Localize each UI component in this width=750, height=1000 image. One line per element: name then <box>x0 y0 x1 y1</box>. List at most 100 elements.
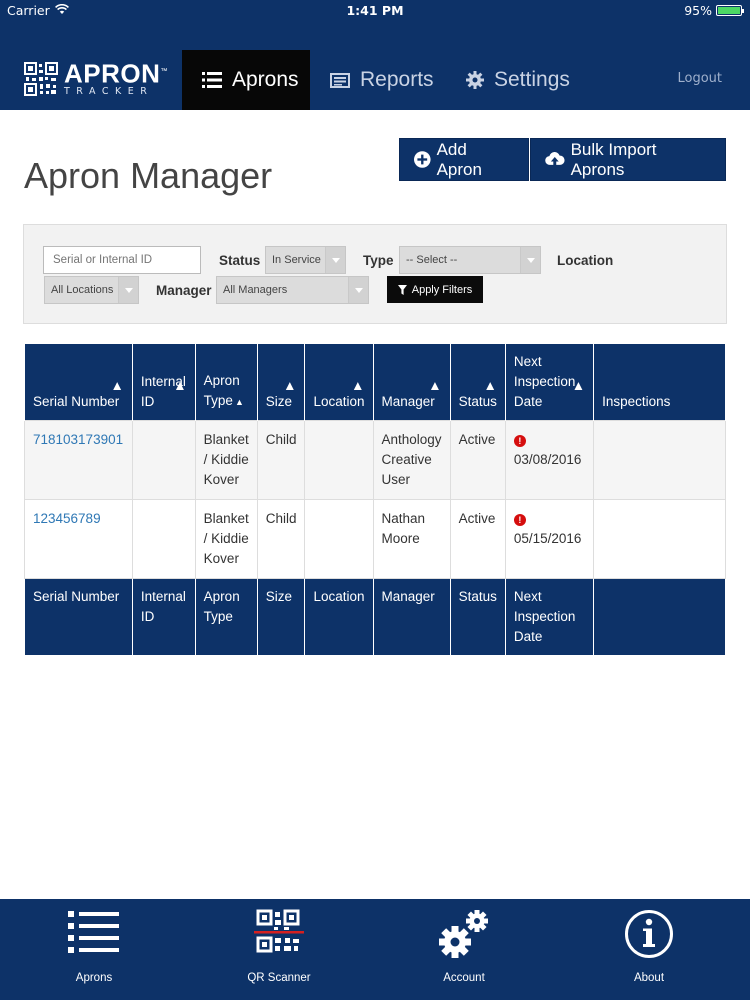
next-inspection-date: 05/15/2016 <box>513 531 582 546</box>
battery-icon <box>716 5 744 16</box>
tab-qr-scanner[interactable]: QR Scanner <box>185 899 373 1000</box>
column-label: Location <box>313 394 365 409</box>
sort-icon: ▲︎ <box>428 378 442 393</box>
table-footer: Serial Number Internal ID Apron Type Siz… <box>24 578 726 655</box>
tab-label: About <box>633 972 665 984</box>
nav-tab-settings[interactable]: Settings <box>466 50 570 110</box>
col-next-inspection-date[interactable]: ▲︎ Next Inspection Date <box>504 344 595 421</box>
column-label: Manager <box>381 394 435 409</box>
nav-tab-label: Aprons <box>232 68 299 91</box>
bulk-import-label: Bulk Import Aprons <box>570 139 657 179</box>
tab-label: QR Scanner <box>247 972 311 984</box>
col-apron-type[interactable]: Apron Type ▲︎ <box>194 344 258 421</box>
bulk-import-button[interactable]: Bulk Import Aprons <box>530 138 726 181</box>
location-select[interactable]: All Locations <box>44 276 139 304</box>
status-bar: Carrier 1:41 PM 95% <box>0 0 750 22</box>
tab-aprons[interactable]: Aprons <box>0 899 188 1000</box>
serial-search-input[interactable] <box>43 246 201 274</box>
col-size[interactable]: ▲︎ Size <box>256 344 306 421</box>
apron-tracker-logo: APRON™ TRACKER <box>24 60 168 98</box>
logo-sub-text: TRACKER <box>64 85 154 97</box>
status-filter-label: Status <box>219 253 261 268</box>
logout-link[interactable]: Logout <box>677 71 722 86</box>
footer-next-inspection-date: Next Inspection Date <box>504 578 595 655</box>
col-manager[interactable]: ▲︎ Manager <box>372 344 451 421</box>
footer-serial-number: Serial Number <box>24 578 133 655</box>
report-icon <box>330 72 350 88</box>
chevron-down-icon <box>348 277 368 303</box>
qr-code-icon <box>254 909 304 953</box>
footer-manager: Manager <box>372 578 451 655</box>
tab-label: Aprons <box>75 972 113 984</box>
filter-panel: Status In Service Type -- Select -- Loca… <box>23 224 727 324</box>
size-cell: Child <box>256 420 306 500</box>
nav-tab-label: Reports <box>360 68 434 91</box>
gear-icon <box>466 71 484 89</box>
col-location[interactable]: ▲︎ Location <box>304 344 374 421</box>
col-serial-number[interactable]: ▲︎ Serial Number <box>24 344 133 421</box>
chevron-down-icon <box>118 277 138 303</box>
type-select[interactable]: -- Select -- <box>399 246 541 274</box>
table-row: 123456789 Blanket / Kiddie Kover Child N… <box>24 499 726 579</box>
sort-icon: ▲︎ <box>110 378 124 393</box>
chevron-down-icon <box>520 247 540 273</box>
col-status[interactable]: ▲︎ Status <box>449 344 506 421</box>
gears-icon <box>439 910 488 958</box>
status-select-value: In Service <box>272 254 321 266</box>
bottom-tab-bar: Aprons QR Scanner Account About <box>0 899 750 1000</box>
status-cell: Active <box>449 499 506 579</box>
nav-tab-reports[interactable]: Reports <box>330 50 434 110</box>
tab-icon-wrap <box>0 909 188 963</box>
status-select[interactable]: In Service <box>265 246 346 274</box>
apply-filters-button[interactable]: Apply Filters <box>387 276 483 303</box>
tab-icon-wrap <box>370 909 558 963</box>
col-internal-id[interactable]: ▲︎ Internal ID <box>131 344 196 421</box>
status-cell: Active <box>449 420 506 500</box>
sort-icon: ▲︎ <box>571 378 586 393</box>
logo-text: APRON™ TRACKER <box>64 60 168 98</box>
filter-icon <box>397 284 407 295</box>
serial-link[interactable]: 123456789 <box>33 511 101 526</box>
manager-cell: Anthology Creative User <box>372 420 451 500</box>
serial-cell: 123456789 <box>24 499 133 579</box>
sort-icon: ▲︎ <box>234 397 244 407</box>
plus-circle-icon <box>414 151 431 168</box>
type-filter-label: Type <box>363 253 394 268</box>
nav-tab-aprons[interactable]: Aprons <box>182 50 310 110</box>
battery-group: 95% <box>684 3 744 18</box>
list-icon <box>68 911 119 953</box>
next-inspection-date: 03/08/2016 <box>513 452 582 467</box>
apron-type-cell: Blanket / Kiddie Kover <box>194 499 258 579</box>
location-select-value: All Locations <box>51 284 114 296</box>
location-cell <box>304 420 374 500</box>
serial-link[interactable]: 718103173901 <box>33 432 123 447</box>
add-apron-button[interactable]: Add Apron <box>399 138 529 181</box>
manager-select[interactable]: All Managers <box>216 276 369 304</box>
type-select-value: -- Select -- <box>406 254 458 266</box>
alert-icon: ! <box>513 435 526 447</box>
internal-id-cell <box>131 499 196 579</box>
tab-about[interactable]: About <box>555 899 743 1000</box>
next-inspection-cell: ! 03/08/2016 <box>504 420 595 500</box>
tab-icon-wrap <box>555 909 743 963</box>
column-label: Inspections <box>602 394 671 409</box>
size-cell: Child <box>256 499 306 579</box>
manager-cell: Nathan Moore <box>372 499 451 579</box>
tab-account[interactable]: Account <box>370 899 558 1000</box>
aprons-table: ▲︎ Serial Number ▲︎ Internal ID Apron Type… <box>24 344 726 655</box>
manager-filter-label: Manager <box>156 283 212 298</box>
info-icon <box>625 910 673 958</box>
column-label: Serial Number <box>33 394 120 409</box>
table-row: 718103173901 Blanket / Kiddie Kover Chil… <box>24 420 726 500</box>
tab-label: Account <box>443 972 485 984</box>
cloud-upload-icon <box>545 152 565 167</box>
logo-wordmark: APRON™ <box>64 60 168 87</box>
sort-icon: ▲︎ <box>483 378 497 393</box>
inspections-cell <box>593 499 726 579</box>
add-apron-label: Add Apron <box>436 139 482 179</box>
location-cell <box>304 499 374 579</box>
apply-filters-label: Apply Filters <box>411 283 473 296</box>
col-inspections: Inspections <box>593 344 726 421</box>
list-icon <box>202 72 222 88</box>
next-inspection-cell: ! 05/15/2016 <box>504 499 595 579</box>
